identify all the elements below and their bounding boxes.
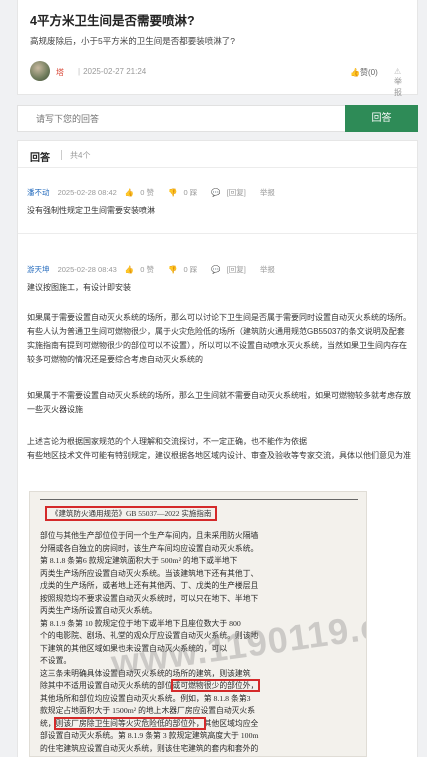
thumbs-down-icon: 👎 [168, 265, 178, 274]
scan-line: 部设置自动灭火系统。第 8.1.9 条第 3 款规定建筑高度大于 100m [40, 731, 259, 740]
question-date-text: 2025-02-27 21:24 [83, 67, 147, 76]
thumbs-up-icon: 👍 [124, 265, 135, 274]
thumbs-up-icon: 👍 [124, 188, 135, 197]
header-divider [61, 150, 62, 160]
scan-line-part: 统， [40, 718, 56, 728]
answer-meta: 潘不动 2025-02-28 08:42 👍 0 赞 👎 0 踩 💬 [回复] 举报 [27, 187, 281, 198]
answer-meta: 游天坤 2025-02-28 08:43 👍 0 赞 👎 0 踩 💬 [回复] 举报 [27, 264, 281, 275]
scan-line: 的住宅建筑应设置自动灭火系统，则该住宅建筑的套内和套外的 [40, 743, 259, 753]
answer-paragraph: 建议按图施工，有设计即安装 [27, 283, 131, 292]
answer-divider [18, 233, 417, 234]
scan-line: 按照规范均不要求设置自动灭火系统时，可以只在地下、半地下 [40, 593, 259, 603]
answer-date: 2025-02-28 08:43 [57, 265, 117, 274]
warning-icon: ⚠ [394, 67, 402, 76]
scan-line: 丙类生产场所应设置自动灭火系统。当该建筑地下还有其他丁、 [40, 568, 259, 578]
scan-line: 分隔或各自独立的房间时，该生产车间均应设置自动灭火系统。 [40, 543, 259, 553]
question-meta: 塔 | 2025-02-27 21:24 👍赞(0) ⚠举报 [30, 61, 407, 97]
scan-line: 戊类的生产场所，或者地上还有其他丙、丁、戊类的生产楼层且 [40, 581, 259, 590]
scan-line: 除其中不适用设置自动灭火系统的部位或可燃物很少的部位外， [40, 679, 360, 693]
answers-label: 回答 [30, 153, 50, 164]
like-button[interactable]: 👍赞(0) [350, 67, 378, 78]
question-date: | 2025-02-27 21:24 [78, 67, 146, 76]
scan-line: 统，则该厂房除卫生间等火灾危险低的部位外，其他区域均应全 [40, 716, 360, 731]
answer-report-button[interactable]: 举报 [260, 188, 275, 197]
scan-line: 部位与其他生产部位位于同一个生产车间内，且未采用防火隔墙 [40, 531, 259, 540]
thumbs-down-icon: 👎 [168, 188, 178, 197]
highlight-box: 或可燃物很少的部位外， [170, 679, 261, 692]
scan-line-part: 除其中不适用设置自动灭火系统的部位 [40, 681, 173, 690]
answer-text: 没有强制性规定卫生间需要安装喷淋 [27, 206, 155, 215]
reply-bar: 回答 [17, 105, 418, 132]
page-rule [40, 499, 358, 500]
scan-heading: 《建筑防火通用规范》GB 55037—2022 实施指南 [45, 506, 218, 521]
answer-dislike-button[interactable]: 👎 0 踩 [168, 188, 203, 197]
thumbs-up-icon: 👍 [350, 68, 360, 77]
report-label: 举报 [394, 77, 402, 97]
answer-input[interactable] [18, 106, 345, 131]
scan-line: 第 8.1.8 条第6 款规定建筑面积大于 500m² 的地下或半地下 [40, 556, 238, 565]
answer-paragraph: 有些地区技术文件可能有特别规定，建议根据各地区域内设计、审查及验收等专家交流，具… [27, 451, 411, 460]
answer-dislike-button[interactable]: 👎 0 踩 [168, 265, 203, 274]
author-name[interactable]: 塔 [56, 67, 64, 78]
question-description: 高规废除后，小于5平方米的卫生间是否都要装喷淋了? [30, 36, 235, 46]
meta-separator: | [78, 67, 81, 76]
answer-reply-button[interactable]: 💬 [回复] [211, 265, 252, 274]
answers-header: 回答 共4个 [18, 141, 417, 168]
answer-paragraph: 上述言论为根据国家规范的个人理解和交流探讨，不一定正确，也不能作为依据 [27, 437, 307, 446]
avatar[interactable] [30, 61, 50, 81]
answer-paragraph: 如果属于需要设置自动灭火系统的场所，那么可以讨论下卫生间是否属于需要同时设置自动… [27, 313, 411, 364]
answer-user[interactable]: 游天坤 [27, 265, 50, 274]
page: 4平方米卫生间是否需要喷淋? 高规废除后，小于5平方米的卫生间是否都要装喷淋了?… [0, 0, 427, 757]
answer-date: 2025-02-28 08:42 [57, 188, 117, 197]
scan-line: 其他场所和部位均应设置自动灭火系统。例如，第 8.1.8 条第3 [40, 693, 251, 703]
answers-count: 共4个 [70, 151, 91, 160]
scanned-document-image: 《建筑防火通用规范》GB 55037—2022 实施指南 部位与其他生产部位位于… [29, 491, 367, 757]
answer-dislike-label: 0 踩 [183, 265, 198, 274]
answer-like-button[interactable]: 👍 0 赞 [125, 265, 160, 274]
like-label: 赞(0) [359, 68, 378, 77]
answer-paragraph: 如果属于不需要设置自动灭火系统的场所，那么卫生间就不需要自动灭火系统啦，如果可燃… [27, 391, 411, 414]
reply-icon: 💬 [211, 188, 221, 197]
report-button[interactable]: ⚠举报 [394, 67, 407, 98]
answer-like-button[interactable]: 👍 0 赞 [125, 188, 160, 197]
answer-reply-label: [回复] [226, 188, 246, 197]
answer-reply-label: [回复] [226, 265, 246, 274]
answer-report-button[interactable]: 举报 [260, 265, 275, 274]
answer-user[interactable]: 潘不动 [27, 188, 50, 197]
answer-dislike-label: 0 踩 [183, 188, 198, 197]
answer-like-label: 0 赞 [140, 188, 155, 197]
answer-reply-button[interactable]: 💬 [回复] [211, 188, 252, 197]
scan-line: 款规定占地面积大于 1500m² 的地上木器厂房应设置自动灭火系 [40, 706, 256, 715]
answer-button[interactable]: 回答 [345, 105, 418, 132]
scan-line-part: 其他区域均应全 [203, 718, 259, 728]
reply-icon: 💬 [211, 265, 221, 274]
question-title: 4平方米卫生间是否需要喷淋? [30, 14, 195, 28]
question-card: 4平方米卫生间是否需要喷淋? 高规废除后，小于5平方米的卫生间是否都要装喷淋了?… [17, 0, 418, 97]
answer-like-label: 0 赞 [140, 265, 155, 274]
highlight-box: 则该厂房除卫生间等火灾危险低的部位外， [53, 716, 206, 730]
